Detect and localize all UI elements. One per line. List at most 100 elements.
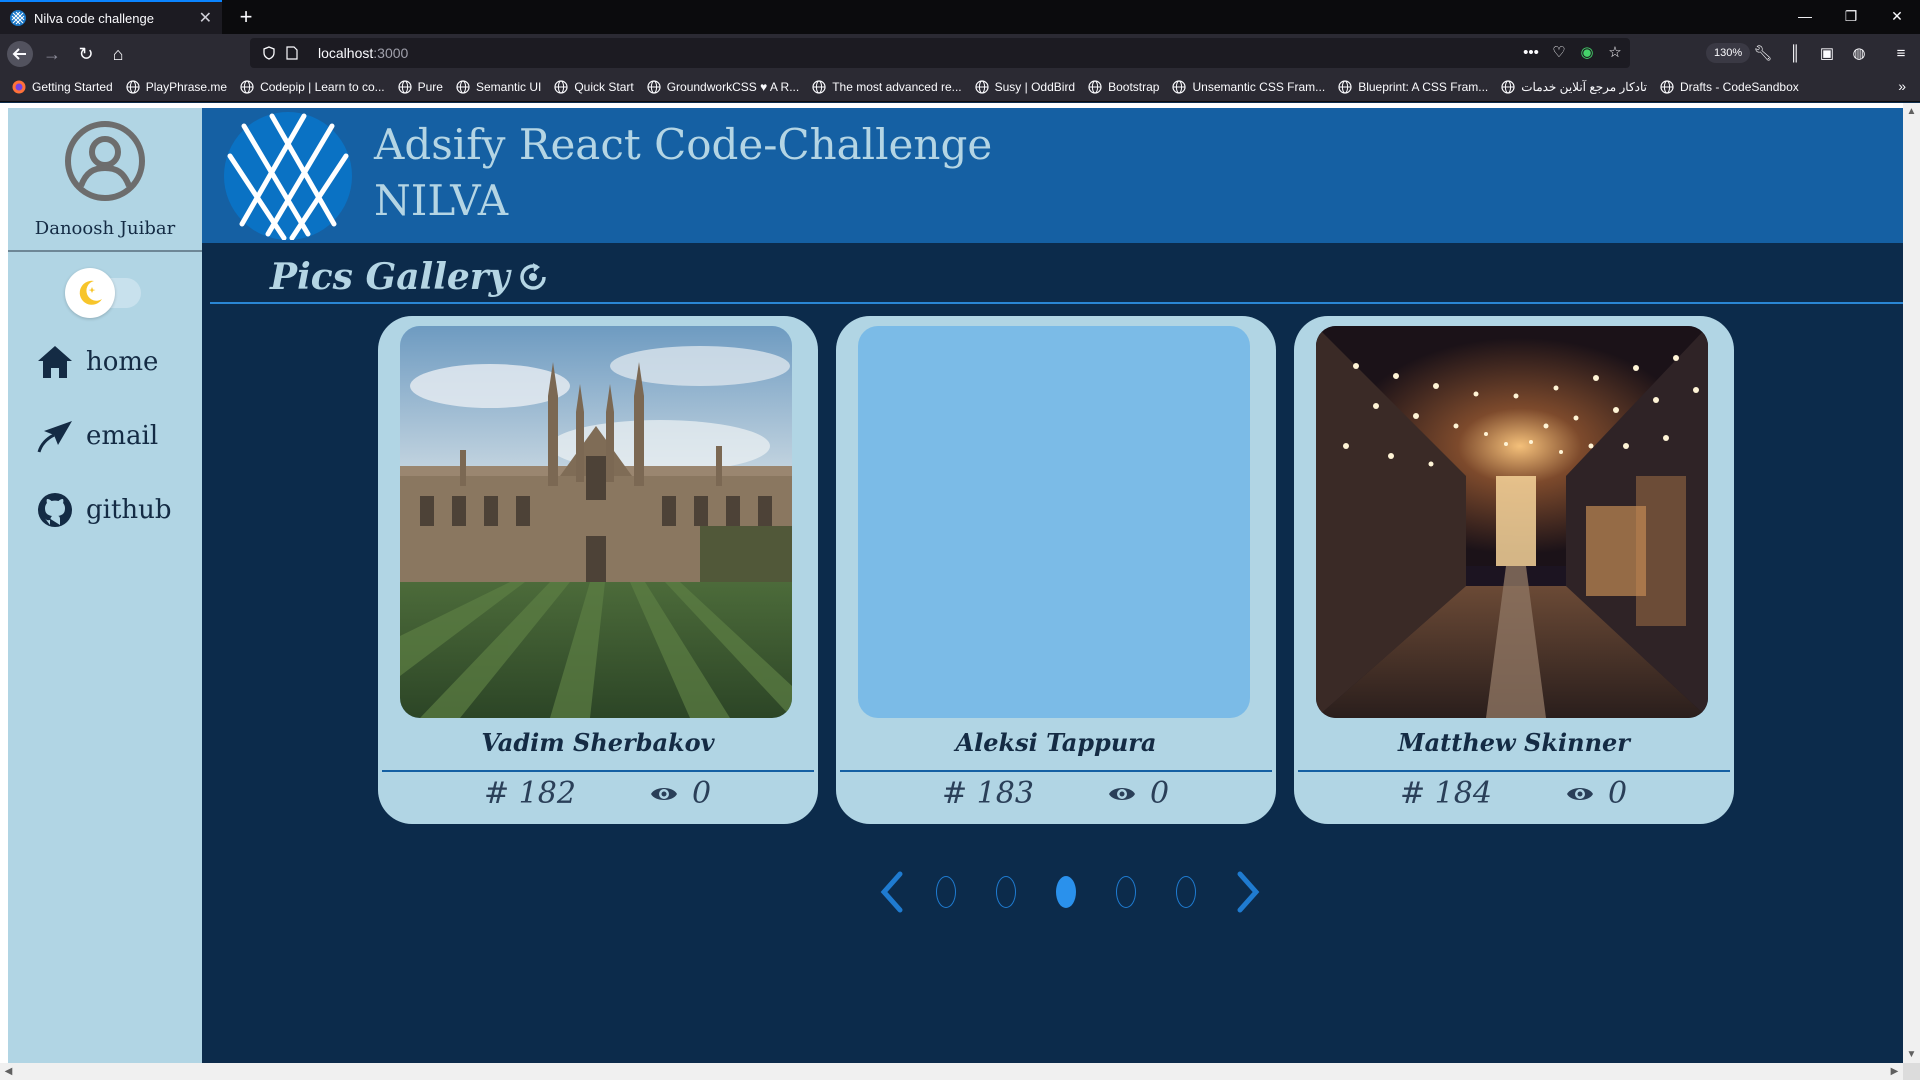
bookmark-item[interactable]: Unsemantic CSS Fram... <box>1172 80 1325 94</box>
bookmark-label: Codepip | Learn to co... <box>260 79 385 94</box>
account-icon[interactable]: ◍ <box>1848 43 1870 65</box>
page-dot-3[interactable] <box>1056 876 1076 908</box>
card-photo[interactable] <box>1316 326 1708 718</box>
restore-button[interactable]: ❐ <box>1828 0 1874 34</box>
bookmark-item[interactable]: تادکار مرجع آنلاین خدمات <box>1501 80 1647 94</box>
sidebar-item-label: email <box>86 421 159 451</box>
gallery-title-text: Pics Gallery <box>270 256 510 298</box>
card-views-count: 0 <box>1150 776 1170 811</box>
page-dot-2[interactable] <box>996 876 1016 908</box>
zoom-level[interactable]: 130% <box>1706 43 1751 63</box>
card-id: # 182 <box>484 776 576 811</box>
pocket-icon[interactable]: ♡ <box>1548 42 1570 64</box>
eye-icon <box>651 787 677 800</box>
globe-icon <box>456 79 470 94</box>
page-icon <box>286 46 298 60</box>
sidebar-item-github[interactable]: github <box>36 488 172 532</box>
gallery-card[interactable]: Matthew Skinner # 184 0 <box>1294 316 1734 824</box>
card-id: # 184 <box>1400 776 1492 811</box>
globe-icon <box>1338 79 1352 94</box>
scroll-left-icon[interactable]: ◀ <box>0 1063 17 1080</box>
url-port: :3000 <box>373 45 409 61</box>
sidebar-item-home[interactable]: home <box>36 340 158 384</box>
bookmarks-bar: Getting Started PlayPhrase.me Codepip | Le… <box>0 72 1920 102</box>
user-avatar-icon[interactable] <box>64 120 146 202</box>
gallery-card[interactable]: Vadim Sherbakov # 182 0 <box>378 316 818 824</box>
bookmarks-overflow-icon[interactable]: » <box>1898 78 1906 94</box>
globe-icon <box>240 79 254 94</box>
scroll-right-icon[interactable]: ▶ <box>1886 1063 1903 1080</box>
card-author: Aleksi Tappura <box>955 728 1157 757</box>
bookmark-item[interactable]: Drafts - CodeSandbox <box>1660 80 1799 94</box>
card-photo-placeholder[interactable] <box>858 326 1250 718</box>
bookmark-item[interactable]: Quick Start <box>554 79 634 94</box>
card-id: # 183 <box>942 776 1034 811</box>
forward-button[interactable]: → <box>38 40 66 68</box>
bookmark-item[interactable]: Semantic UI <box>456 80 541 94</box>
gallery-title: Pics Gallery <box>270 256 550 298</box>
page-dot-1[interactable] <box>936 876 956 908</box>
back-button[interactable] <box>6 40 34 68</box>
close-window-button[interactable]: ✕ <box>1874 0 1920 34</box>
scroll-up-icon[interactable]: ▲ <box>1903 103 1920 120</box>
gallery-divider <box>210 302 1903 304</box>
bookmark-label: Susy | OddBird <box>994 79 1076 94</box>
card-author: Vadim Sherbakov <box>481 728 715 757</box>
nilva-favicon-icon <box>10 10 26 26</box>
github-icon <box>38 493 72 527</box>
bookmark-item[interactable]: Pure <box>398 80 443 94</box>
moon-star-icon <box>79 280 102 305</box>
bookmark-label: The most advanced re... <box>832 79 962 94</box>
card-views: 0 <box>650 776 711 811</box>
bookmark-item[interactable]: Blueprint: A CSS Fram... <box>1338 80 1488 94</box>
bookmark-item[interactable]: The most advanced re... <box>812 79 962 94</box>
prev-page-icon[interactable] <box>876 870 908 914</box>
card-divider <box>840 770 1272 772</box>
bookmark-item[interactable]: Susy | OddBird <box>975 80 1075 94</box>
dark-mode-toggle[interactable] <box>65 268 143 318</box>
new-tab-button[interactable]: + <box>232 3 260 31</box>
globe-icon <box>1501 79 1515 94</box>
more-actions-icon[interactable]: ••• <box>1520 42 1542 64</box>
minimize-button[interactable]: — <box>1782 0 1828 34</box>
next-page-icon[interactable] <box>1232 870 1264 914</box>
close-tab-icon[interactable]: ✕ <box>199 8 212 28</box>
menu-icon[interactable]: ≡ <box>1890 43 1912 65</box>
bookmark-label: PlayPhrase.me <box>145 79 228 94</box>
page-dot-5[interactable] <box>1176 876 1196 908</box>
sidebar-item-email[interactable]: email <box>36 414 158 458</box>
send-icon <box>37 421 72 453</box>
gallery-card[interactable]: Aleksi Tappura # 183 0 <box>836 316 1276 824</box>
firefox-icon <box>12 80 26 93</box>
scroll-down-icon[interactable]: ▼ <box>1903 1046 1920 1063</box>
library-icon[interactable]: ║ <box>1784 43 1806 65</box>
night-street-image <box>1316 326 1708 718</box>
card-views-count: 0 <box>1608 776 1628 811</box>
bookmark-item[interactable]: PlayPhrase.me <box>126 80 227 94</box>
globe-icon <box>647 79 661 94</box>
sidebar-icon[interactable]: ▣ <box>1816 43 1838 65</box>
browser-tab[interactable]: Nilva code challenge ✕ <box>0 0 222 34</box>
bookmark-item[interactable]: Codepip | Learn to co... <box>240 80 385 94</box>
horizontal-scrollbar[interactable]: ◀ ▶ <box>0 1063 1903 1080</box>
bookmark-label: Quick Start <box>574 79 634 94</box>
extension-icon[interactable]: ◉ <box>1576 42 1598 64</box>
reload-button[interactable]: ↻ <box>72 40 100 68</box>
globe-icon <box>554 79 568 94</box>
browser-tab-bar: Nilva code challenge ✕ + — ❐ ✕ <box>0 0 1920 34</box>
refresh-icon[interactable] <box>516 260 550 294</box>
sidebar-divider <box>8 250 202 252</box>
shield-icon <box>263 46 275 60</box>
vertical-scrollbar[interactable]: ▲ ▼ <box>1903 103 1920 1063</box>
home-button[interactable]: ⌂ <box>104 40 132 68</box>
card-photo[interactable] <box>400 326 792 718</box>
bookmark-item[interactable]: Getting Started <box>12 80 113 94</box>
tools-icon[interactable]: 🔧︎ <box>1752 43 1774 65</box>
home-icon <box>38 346 72 378</box>
bookmark-star-icon[interactable]: ☆ <box>1604 42 1626 64</box>
bookmark-item[interactable]: GroundworkCSS ♥ A R... <box>647 79 799 94</box>
page-dot-4[interactable] <box>1116 876 1136 908</box>
app-root: Danoosh Juibar home email github Adsify … <box>8 108 1903 1063</box>
address-bar[interactable]: localhost :3000 130% ••• ♡ ◉ ☆ <box>250 38 1751 68</box>
bookmark-item[interactable]: Bootstrap <box>1088 80 1159 94</box>
